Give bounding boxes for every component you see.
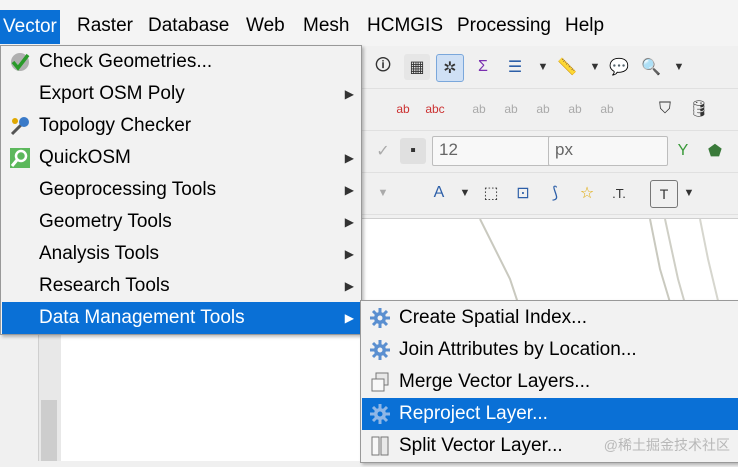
label-icon[interactable]: ab — [390, 96, 416, 122]
processing-gear-icon[interactable]: ✲ — [436, 54, 464, 82]
menu-item-label: Geometry Tools — [39, 211, 172, 232]
field-list-icon[interactable]: ☰ — [502, 54, 528, 80]
font-style-icon[interactable]: ✓ — [370, 138, 396, 164]
vertex-tool-icon[interactable]: Y — [670, 138, 696, 164]
menu-item-label: Check Geometries... — [39, 51, 213, 72]
menu-raster[interactable]: Raster — [77, 14, 133, 38]
menu-item-quickosm[interactable]: QuickOSM ▶ — [2, 142, 360, 174]
text-frame-icon[interactable]: T — [650, 180, 678, 208]
add-line-icon[interactable]: ⟆ — [542, 180, 568, 206]
layers-panel — [60, 330, 360, 461]
submenu-item-reproject-layer[interactable]: Reproject Layer... — [362, 398, 738, 430]
add-node-icon[interactable]: ⊡ — [510, 180, 536, 206]
submenu-item-label: Create Spatial Index... — [399, 307, 587, 328]
submenu-arrow-icon: ▶ — [344, 311, 354, 325]
text-tool-icon[interactable]: .T. — [606, 180, 632, 206]
rotate-label-icon[interactable]: ab — [562, 96, 588, 122]
vector-menu: Check Geometries... Export OSM Poly ▶ To… — [0, 45, 362, 335]
split-layer-icon — [368, 434, 392, 458]
chevron-down-icon[interactable]: ▼ — [452, 180, 478, 206]
layer-filter-icon[interactable]: ⛉ — [652, 96, 678, 122]
submenu-item-create-spatial-index[interactable]: Create Spatial Index... — [362, 302, 738, 334]
digitize-icon[interactable]: ⬟ — [702, 138, 728, 164]
menu-bar: Vector Raster Database Web Mesh HCMGIS P… — [0, 0, 738, 47]
toolbar-area: 🛈 ▦ ✲ Σ ☰ ▼ 📏 ▼ 💬 🔍 ▼ ab abc ab ab ab ab… — [360, 46, 738, 218]
submenu-item-merge-vector-layers[interactable]: Merge Vector Layers... — [362, 366, 738, 398]
menu-web[interactable]: Web — [246, 14, 285, 38]
chevron-down-icon[interactable]: ▼ — [530, 54, 556, 80]
menu-help[interactable]: Help — [565, 14, 604, 38]
menu-item-research-tools[interactable]: Research Tools ▶ — [2, 270, 360, 302]
submenu-item-join-attributes-by-location[interactable]: Join Attributes by Location... — [362, 334, 738, 366]
submenu-arrow-icon: ▶ — [344, 279, 354, 293]
check-geometries-icon — [8, 50, 32, 74]
annotation-icon[interactable]: 💬 — [606, 54, 632, 80]
chevron-down-icon[interactable]: ▼ — [370, 180, 396, 206]
gear-icon — [368, 402, 392, 426]
submenu-item-label: Join Attributes by Location... — [399, 339, 637, 360]
attribute-table-icon[interactable]: ▦ — [404, 54, 430, 80]
menu-item-topology-checker[interactable]: Topology Checker — [2, 110, 360, 142]
label-highlight-icon[interactable]: abc — [422, 96, 448, 122]
menu-mesh[interactable]: Mesh — [303, 14, 349, 38]
menu-item-label: QuickOSM — [39, 147, 131, 168]
measure-ruler-icon[interactable]: 📏 — [554, 54, 580, 80]
merge-layers-icon — [368, 370, 392, 394]
menu-item-export-osm-poly[interactable]: Export OSM Poly ▶ — [2, 78, 360, 110]
select-cursor-icon[interactable]: ⬚ — [478, 180, 504, 206]
zoom-tool-icon[interactable]: 🔍 — [638, 54, 664, 80]
menu-processing[interactable]: Processing — [457, 14, 551, 38]
gear-icon — [368, 338, 392, 362]
submenu-item-label: Split Vector Layer... — [399, 435, 563, 456]
menu-item-geometry-tools[interactable]: Geometry Tools ▶ — [2, 206, 360, 238]
menu-item-label: Topology Checker — [39, 115, 192, 136]
watermark-text: @稀土掘金技术社区 — [603, 437, 730, 453]
menu-vector[interactable]: Vector — [0, 10, 60, 44]
show-label-icon[interactable]: ab — [498, 96, 524, 122]
statistics-sigma-icon[interactable]: Σ — [470, 54, 496, 80]
submenu-arrow-icon: ▶ — [344, 151, 354, 165]
menu-item-geoprocessing-tools[interactable]: Geoprocessing Tools ▶ — [2, 174, 360, 206]
submenu-arrow-icon: ▶ — [344, 215, 354, 229]
toolbar-row-4: ▼ A ▼ ⬚ ⊡ ⟆ ☆ .T. T ▼ — [360, 172, 738, 215]
gear-icon — [368, 306, 392, 330]
menu-hcmgis[interactable]: HCMGIS — [367, 14, 443, 38]
submenu-arrow-icon: ▶ — [344, 183, 354, 197]
change-label-icon[interactable]: ab — [594, 96, 620, 122]
toolbar-row-1: 🛈 ▦ ✲ Σ ☰ ▼ 📏 ▼ 💬 🔍 ▼ — [360, 46, 738, 89]
menu-item-label: Research Tools — [39, 275, 170, 296]
identify-icon[interactable]: 🛈 — [370, 54, 396, 80]
menu-item-analysis-tools[interactable]: Analysis Tools ▶ — [2, 238, 360, 270]
chevron-down-icon[interactable]: ▼ — [582, 54, 608, 80]
left-panel — [0, 330, 40, 461]
scrollbar-thumb[interactable] — [41, 400, 57, 461]
submenu-item-label: Reproject Layer... — [399, 403, 548, 424]
move-label-icon[interactable]: ab — [530, 96, 556, 122]
chevron-down-icon[interactable]: ▼ — [666, 54, 692, 80]
database-icon[interactable]: 🛢 — [686, 96, 712, 122]
submenu-arrow-icon: ▶ — [344, 87, 354, 101]
menu-item-label: Analysis Tools — [39, 243, 160, 264]
submenu-arrow-icon: ▶ — [344, 247, 354, 261]
menu-database[interactable]: Database — [148, 14, 229, 38]
toolbar-row-2: ab abc ab ab ab ab ab ⛉ 🛢 — [360, 88, 738, 131]
toolbar-row-3: ✓ ▪ 12 px Y ⬟ — [360, 130, 738, 173]
star-icon[interactable]: ☆ — [574, 180, 600, 206]
menu-item-label: Data Management Tools — [39, 307, 245, 328]
menu-item-label: Geoprocessing Tools — [39, 179, 217, 200]
menu-item-data-management-tools[interactable]: Data Management Tools ▶ — [2, 302, 360, 334]
topology-checker-icon — [8, 114, 32, 138]
color-swatch-icon[interactable]: ▪ — [400, 138, 426, 164]
pin-label-icon[interactable]: ab — [466, 96, 492, 122]
menu-item-check-geometries[interactable]: Check Geometries... — [2, 46, 360, 78]
unit-select[interactable]: px — [548, 136, 668, 166]
quickosm-icon — [8, 146, 32, 170]
submenu-item-label: Merge Vector Layers... — [399, 371, 591, 392]
menu-item-label: Export OSM Poly — [39, 83, 185, 104]
chevron-down-icon[interactable]: ▼ — [676, 180, 702, 206]
text-annotation-icon[interactable]: A — [426, 180, 452, 206]
